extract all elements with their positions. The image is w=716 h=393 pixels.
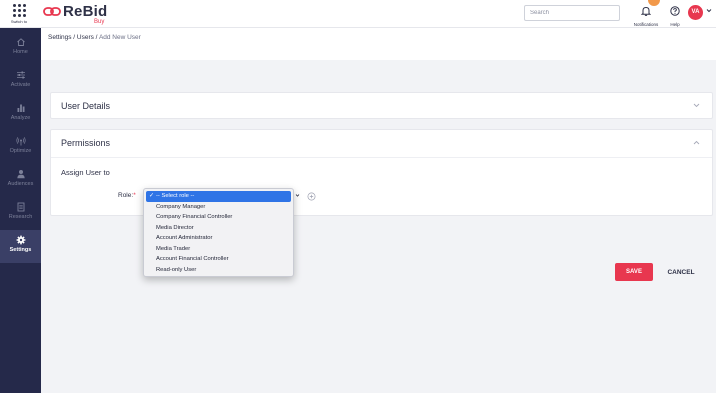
notifications-label: Notifications <box>633 22 659 27</box>
help-icon <box>670 6 680 16</box>
sidebar-item-audiences[interactable]: Audiences <box>0 164 41 197</box>
role-option-select[interactable]: ✓ -- Select role -- <box>146 191 291 202</box>
role-option-account-administrator[interactable]: Account Administrator <box>146 233 291 244</box>
logo-subtitle: Buy <box>94 19 105 25</box>
sidebar: Home Activate Analyze Optimize Audiences… <box>0 28 41 393</box>
sidebar-item-label: Settings <box>9 247 32 253</box>
assign-user-label: Assign User to <box>61 168 110 177</box>
section-title: Permissions <box>61 138 111 148</box>
breadcrumb-path[interactable]: Settings / Users / <box>48 34 99 41</box>
person-icon <box>16 170 25 179</box>
bell-icon <box>640 6 652 16</box>
breadcrumb: Settings / Users / Add New User <box>41 28 716 60</box>
sidebar-item-label: Audiences <box>7 181 34 187</box>
cancel-button[interactable]: CANCEL <box>660 263 702 281</box>
save-button[interactable]: SAVE <box>615 263 653 281</box>
user-details-header[interactable]: User Details <box>51 93 712 119</box>
required-marker: * <box>133 192 136 199</box>
sidebar-item-home[interactable]: Home <box>0 32 41 65</box>
role-option-company-manager[interactable]: Company Manager <box>146 202 291 213</box>
logo-link-icon <box>43 7 61 16</box>
sidebar-item-activate[interactable]: Activate <box>0 65 41 98</box>
sidebar-item-research[interactable]: Research <box>0 197 41 230</box>
sidebar-item-label: Activate <box>10 82 31 88</box>
checkmark-icon: ✓ <box>149 193 154 199</box>
sidebar-item-label: Optimize <box>9 148 32 154</box>
user-avatar[interactable]: VA <box>688 5 703 20</box>
app-grid-icon <box>6 4 32 17</box>
switch-to-label: Switch to <box>10 19 28 24</box>
sliders-icon <box>16 71 25 79</box>
role-option-read-only-user[interactable]: Read-only User <box>146 265 291 276</box>
notifications-button[interactable]: Notifications <box>630 3 662 27</box>
sidebar-item-label: Research <box>8 214 33 220</box>
add-circle-icon[interactable] <box>307 192 316 201</box>
breadcrumb-current: Add New User <box>98 34 141 41</box>
sidebar-item-label: Home <box>13 49 28 55</box>
divider <box>51 157 712 158</box>
sidebar-item-optimize[interactable]: Optimize <box>0 131 41 164</box>
switch-to-button[interactable]: Switch to <box>6 3 32 24</box>
chevron-down-icon[interactable] <box>706 8 712 13</box>
search-input[interactable] <box>524 5 620 21</box>
broadcast-icon <box>15 137 26 146</box>
user-details-section: User Details <box>50 92 713 119</box>
document-icon <box>17 202 24 212</box>
role-option-company-financial-controller[interactable]: Company Financial Controller <box>146 212 291 223</box>
select-caret-icon[interactable] <box>295 193 300 198</box>
home-icon <box>16 38 25 46</box>
role-option-media-trader[interactable]: Media Trader <box>146 244 291 255</box>
chevron-up-icon <box>693 140 700 145</box>
role-option-label: -- Select role -- <box>156 193 195 199</box>
sidebar-item-label: Analyze <box>10 115 31 121</box>
bar-chart-icon <box>17 104 24 112</box>
top-bar: Switch to ReBid Buy Notifications Help V… <box>0 0 716 28</box>
gear-icon <box>16 235 25 245</box>
permissions-header[interactable]: Permissions <box>51 130 712 156</box>
chevron-down-icon <box>693 103 700 108</box>
role-option-account-financial-controller[interactable]: Account Financial Controller <box>146 254 291 265</box>
help-label: Help <box>670 22 680 27</box>
role-option-media-director[interactable]: Media Director <box>146 223 291 234</box>
role-label: Role:* <box>118 192 136 199</box>
role-dropdown-list[interactable]: ✓ -- Select role -- Company Manager Compa… <box>143 188 294 277</box>
sidebar-item-settings[interactable]: Settings <box>0 230 41 263</box>
logo-text: ReBid <box>63 3 108 20</box>
help-button[interactable]: Help <box>666 3 684 27</box>
role-label-text: Role: <box>118 192 134 199</box>
section-title: User Details <box>61 101 111 111</box>
sidebar-item-analyze[interactable]: Analyze <box>0 98 41 131</box>
